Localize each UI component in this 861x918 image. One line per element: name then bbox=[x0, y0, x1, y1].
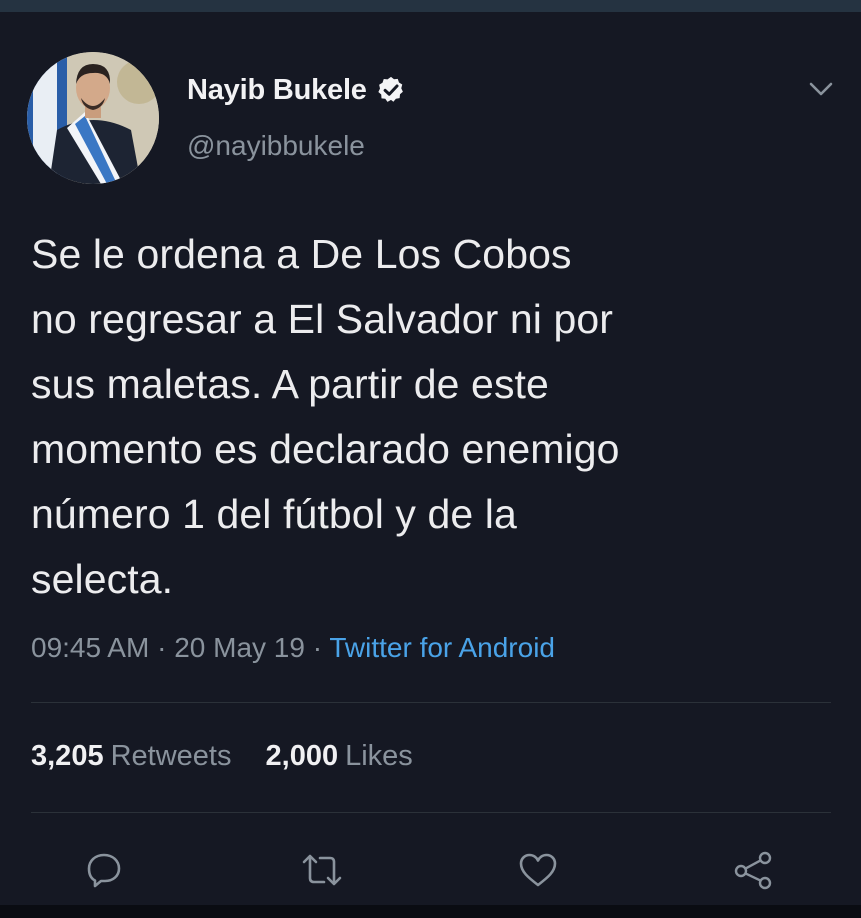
likes-label: Likes bbox=[345, 740, 413, 772]
retweets-stat[interactable]: 3,205 Retweets bbox=[31, 740, 231, 773]
tweet-time[interactable]: 09:45 AM bbox=[31, 632, 149, 663]
likes-count: 2,000 bbox=[265, 740, 339, 772]
share-icon[interactable] bbox=[728, 844, 780, 896]
divider bbox=[31, 702, 831, 703]
retweets-label: Retweets bbox=[110, 740, 232, 772]
like-icon[interactable] bbox=[512, 844, 564, 896]
retweet-icon[interactable] bbox=[296, 844, 348, 896]
top-edge bbox=[0, 0, 861, 12]
tweet-date[interactable]: 20 May 19 bbox=[174, 632, 305, 663]
chevron-down-icon[interactable] bbox=[806, 74, 836, 104]
retweets-count: 3,205 bbox=[31, 740, 104, 772]
reply-icon[interactable] bbox=[78, 844, 130, 896]
tweet-text: Se le ordena a De Los Cobos no regresar … bbox=[31, 231, 620, 602]
author-display-name[interactable]: Nayib Bukele bbox=[187, 74, 367, 107]
avatar[interactable] bbox=[27, 52, 159, 184]
meta-separator: · bbox=[304, 632, 330, 663]
tweet-source-link[interactable]: Twitter for Android bbox=[329, 632, 555, 663]
bottom-edge bbox=[0, 905, 861, 918]
likes-stat[interactable]: 2,000 Likes bbox=[266, 740, 413, 773]
author-handle[interactable]: @nayibbukele bbox=[187, 130, 365, 162]
tweet-card: Nayib Bukele @nayibbukele Se le ordena a… bbox=[0, 12, 861, 905]
tweet-meta: 09:45 AM · 20 May 19 · Twitter for Andro… bbox=[31, 632, 555, 664]
divider bbox=[31, 812, 831, 813]
author-name-row[interactable]: Nayib Bukele bbox=[187, 72, 406, 108]
tweet-stats: 3,205 Retweets 2,000 Likes bbox=[31, 740, 439, 773]
verified-badge-icon bbox=[376, 75, 406, 105]
meta-separator: · bbox=[149, 632, 175, 663]
